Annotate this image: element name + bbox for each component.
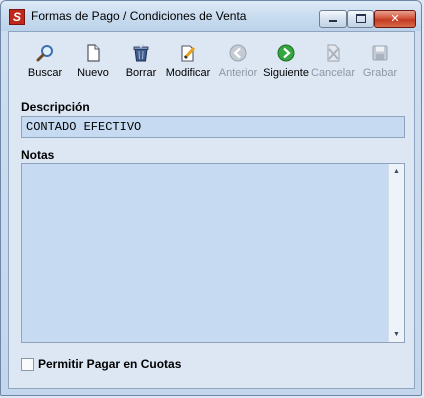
- arrow-left-icon: [229, 44, 247, 62]
- minimize-button[interactable]: [319, 10, 347, 28]
- magnifier-icon: [36, 44, 54, 62]
- close-icon: ✕: [390, 13, 400, 25]
- cancelar-label: Cancelar: [311, 67, 356, 79]
- floppy-disk-icon: [371, 44, 389, 62]
- app-logo-icon: S: [9, 9, 25, 25]
- siguiente-label: Siguiente: [263, 67, 309, 79]
- app-window: S Formas de Pago / Condiciones de Venta …: [0, 0, 422, 396]
- new-document-icon: [84, 44, 102, 62]
- siguiente-button[interactable]: Siguiente: [261, 40, 311, 84]
- modificar-button[interactable]: Modificar: [164, 40, 212, 84]
- buscar-button[interactable]: Buscar: [19, 40, 71, 84]
- toolbar: Buscar Nuevo Borrar Modificar Anterior S…: [9, 40, 414, 86]
- title-bar[interactable]: S Formas de Pago / Condiciones de Venta …: [1, 1, 421, 31]
- maximize-icon: [355, 14, 366, 23]
- anterior-label: Anterior: [218, 67, 258, 79]
- anterior-button[interactable]: Anterior: [214, 40, 262, 84]
- cancelar-button[interactable]: Cancelar: [311, 40, 355, 84]
- maximize-button[interactable]: [347, 10, 374, 28]
- notas-label: Notas: [21, 148, 55, 162]
- descripcion-input[interactable]: CONTADO EFECTIVO: [21, 116, 405, 138]
- borrar-button[interactable]: Borrar: [118, 40, 164, 84]
- cuotas-label: Permitir Pagar en Cuotas: [38, 357, 182, 371]
- buscar-label: Buscar: [27, 67, 63, 79]
- grabar-button[interactable]: Grabar: [358, 40, 402, 84]
- arrow-right-icon: [277, 44, 295, 62]
- cuotas-checkbox[interactable]: [21, 358, 34, 371]
- notas-textarea[interactable]: [21, 163, 405, 343]
- nuevo-button[interactable]: Nuevo: [71, 40, 115, 84]
- form-panel: Buscar Nuevo Borrar Modificar Anterior S…: [8, 31, 415, 389]
- cancel-icon: [324, 44, 342, 62]
- nuevo-label: Nuevo: [77, 67, 109, 79]
- descripcion-label: Descripción: [21, 100, 90, 114]
- minimize-icon: [329, 20, 337, 22]
- close-button[interactable]: ✕: [374, 10, 416, 28]
- grabar-label: Grabar: [362, 67, 398, 79]
- modificar-label: Modificar: [165, 67, 211, 79]
- borrar-label: Borrar: [125, 67, 157, 79]
- edit-document-icon: [179, 44, 197, 62]
- window-title: Formas de Pago / Condiciones de Venta: [31, 9, 247, 23]
- trash-icon: [132, 43, 150, 62]
